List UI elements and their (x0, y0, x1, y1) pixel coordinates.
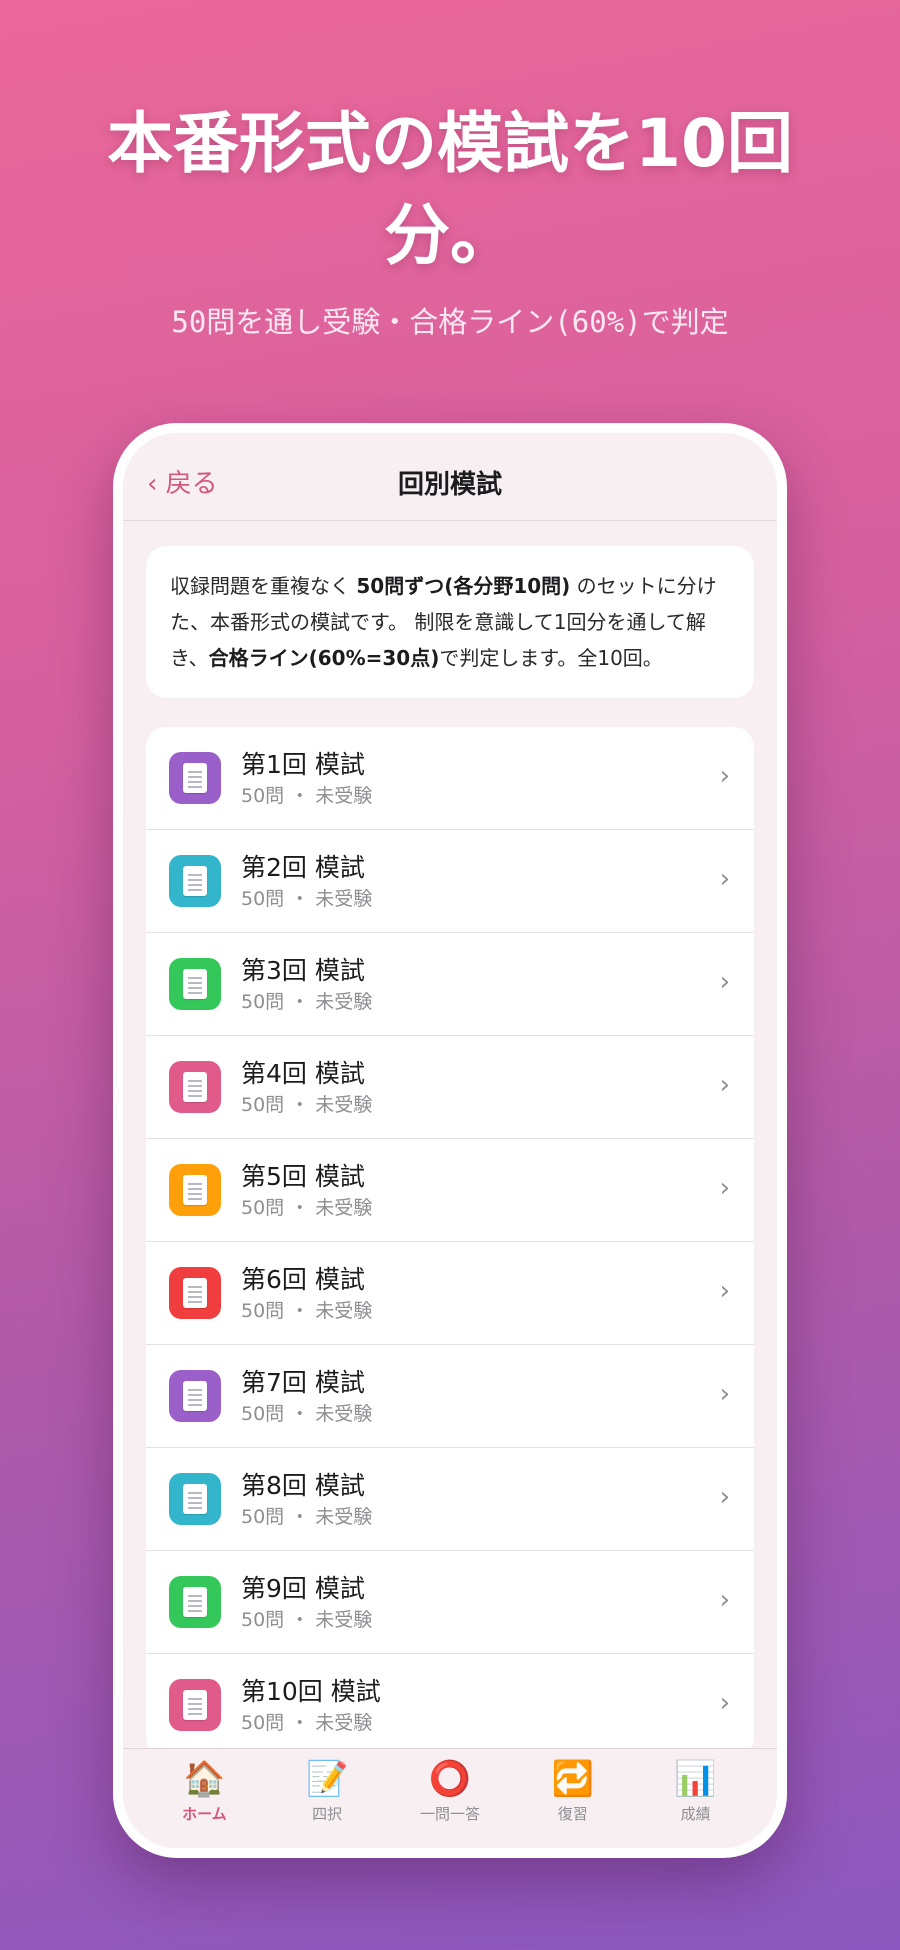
exam-tile (169, 1164, 221, 1216)
document-icon (183, 1175, 207, 1205)
exam-title: 第3回 模試 (241, 956, 365, 985)
chevron-right-icon: › (719, 1276, 730, 1306)
exam-status: 50問 ・ 未受験 (241, 785, 373, 807)
exam-status: 50問 ・ 未受験 (241, 1300, 373, 1322)
exam-row[interactable]: 第3回 模試 50問 ・ 未受験 › (146, 933, 754, 1036)
document-icon (183, 866, 207, 896)
document-icon (183, 1072, 207, 1102)
chevron-right-icon: › (719, 1688, 730, 1718)
exam-row[interactable]: 第10回 模試 50問 ・ 未受験 › (146, 1654, 754, 1757)
exam-tile (169, 855, 221, 907)
phone-frame: ‹ 戻る 回別模試 収録問題を重複なく 50問ずつ(各分野10問) のセットに分… (113, 423, 787, 1858)
exam-status: 50問 ・ 未受験 (241, 1712, 373, 1734)
exam-title: 第8回 模試 (241, 1471, 365, 1500)
description-bold-sets: 50問ずつ(各分野10問) (356, 574, 571, 598)
description-card: 収録問題を重複なく 50問ずつ(各分野10問) のセットに分けた、本番形式の模試… (146, 546, 754, 698)
exam-status: 50問 ・ 未受験 (241, 1609, 373, 1631)
navigation-bar: ‹ 戻る 回別模試 (123, 433, 777, 521)
exam-row[interactable]: 第5回 模試 50問 ・ 未受験 › (146, 1139, 754, 1242)
exam-tile (169, 1370, 221, 1422)
tab-memo[interactable]: 📝 四択 (267, 1749, 387, 1848)
exam-tile (169, 1267, 221, 1319)
document-icon (183, 1690, 207, 1720)
exam-row[interactable]: 第4回 模試 50問 ・ 未受験 › (146, 1036, 754, 1139)
tab-label: 成績 (680, 1805, 711, 1823)
exam-title: 第1回 模試 (241, 750, 365, 779)
chevron-right-icon: › (719, 1173, 730, 1203)
exam-status: 50問 ・ 未受験 (241, 888, 373, 910)
document-icon (183, 1484, 207, 1514)
exam-status: 50問 ・ 未受験 (241, 1197, 373, 1219)
chevron-right-icon: › (719, 1585, 730, 1615)
tab-repeat[interactable]: 🔁 復習 (513, 1749, 633, 1848)
exam-title: 第6回 模試 (241, 1265, 365, 1294)
memo-icon: 📝 (306, 1759, 349, 1799)
home-icon: 🏠 (183, 1759, 226, 1799)
chevron-right-icon: › (719, 761, 730, 791)
chevron-right-icon: › (719, 1379, 730, 1409)
app-screen: ‹ 戻る 回別模試 収録問題を重複なく 50問ずつ(各分野10問) のセットに分… (123, 433, 777, 1848)
tab-circle[interactable]: ⭕ 一問一答 (390, 1749, 510, 1848)
chevron-right-icon: › (719, 1482, 730, 1512)
exam-title: 第7回 模試 (241, 1368, 365, 1397)
exam-row[interactable]: 第1回 模試 50問 ・ 未受験 › (146, 727, 754, 830)
exam-tile (169, 958, 221, 1010)
chevron-right-icon: › (719, 967, 730, 997)
tab-home[interactable]: 🏠 ホーム (144, 1749, 264, 1848)
exam-tile (169, 1576, 221, 1628)
document-icon (183, 763, 207, 793)
exam-title: 第10回 模試 (241, 1677, 381, 1706)
exam-tile (169, 1061, 221, 1113)
exam-tile (169, 752, 221, 804)
circle-icon: ⭕ (428, 1759, 472, 1799)
exam-status: 50問 ・ 未受験 (241, 991, 373, 1013)
exam-tile (169, 1679, 221, 1731)
promo-headline: 本番形式の模試を10回分。 (107, 105, 793, 274)
tab-label: 一問一答 (419, 1805, 480, 1823)
document-icon (183, 1278, 207, 1308)
repeat-icon: 🔁 (551, 1759, 594, 1799)
exam-row[interactable]: 第6回 模試 50問 ・ 未受験 › (146, 1242, 754, 1345)
tab-label: 四択 (312, 1805, 343, 1823)
document-icon (183, 969, 207, 999)
exam-title: 第4回 模試 (241, 1059, 365, 1088)
description-text: で判定します。全10回。 (439, 646, 663, 670)
document-icon (183, 1381, 207, 1411)
chevron-right-icon: › (719, 864, 730, 894)
chevron-right-icon: › (719, 1070, 730, 1100)
exam-status: 50問 ・ 未受験 (241, 1094, 373, 1116)
exam-row[interactable]: 第7回 模試 50問 ・ 未受験 › (146, 1345, 754, 1448)
document-icon (183, 1587, 207, 1617)
exam-list: 第1回 模試 50問 ・ 未受験 › 第2回 模試 50問 ・ 未受験 › 第3回 模試 50… (146, 727, 754, 1757)
exam-row[interactable]: 第2回 模試 50問 ・ 未受験 › (146, 830, 754, 933)
promo-subline: 50問を通し受験・合格ライン(60%)で判定 (171, 305, 729, 339)
chart-icon: 📊 (674, 1759, 717, 1799)
exam-status: 50問 ・ 未受験 (241, 1403, 373, 1425)
tab-label: ホーム (182, 1805, 227, 1823)
exam-tile (169, 1473, 221, 1525)
tab-chart[interactable]: 📊 成績 (636, 1749, 756, 1848)
description-text: 収録問題を重複なく (170, 574, 357, 598)
back-button[interactable]: ‹ 戻る (147, 463, 218, 500)
exam-status: 50問 ・ 未受験 (241, 1506, 373, 1528)
description-bold-passline: 合格ライン(60%=30点) (208, 646, 440, 670)
exam-row[interactable]: 第8回 模試 50問 ・ 未受験 › (146, 1448, 754, 1551)
tab-label: 復習 (557, 1805, 588, 1823)
exam-row[interactable]: 第9回 模試 50問 ・ 未受験 › (146, 1551, 754, 1654)
tab-bar: 🏠 ホーム 📝 四択 ⭕ 一問一答 🔁 復習 📊 成績 (123, 1748, 777, 1848)
exam-title: 第9回 模試 (241, 1574, 365, 1603)
exam-title: 第5回 模試 (241, 1162, 365, 1191)
exam-title: 第2回 模試 (241, 853, 365, 882)
page-title: 回別模試 (397, 470, 502, 500)
